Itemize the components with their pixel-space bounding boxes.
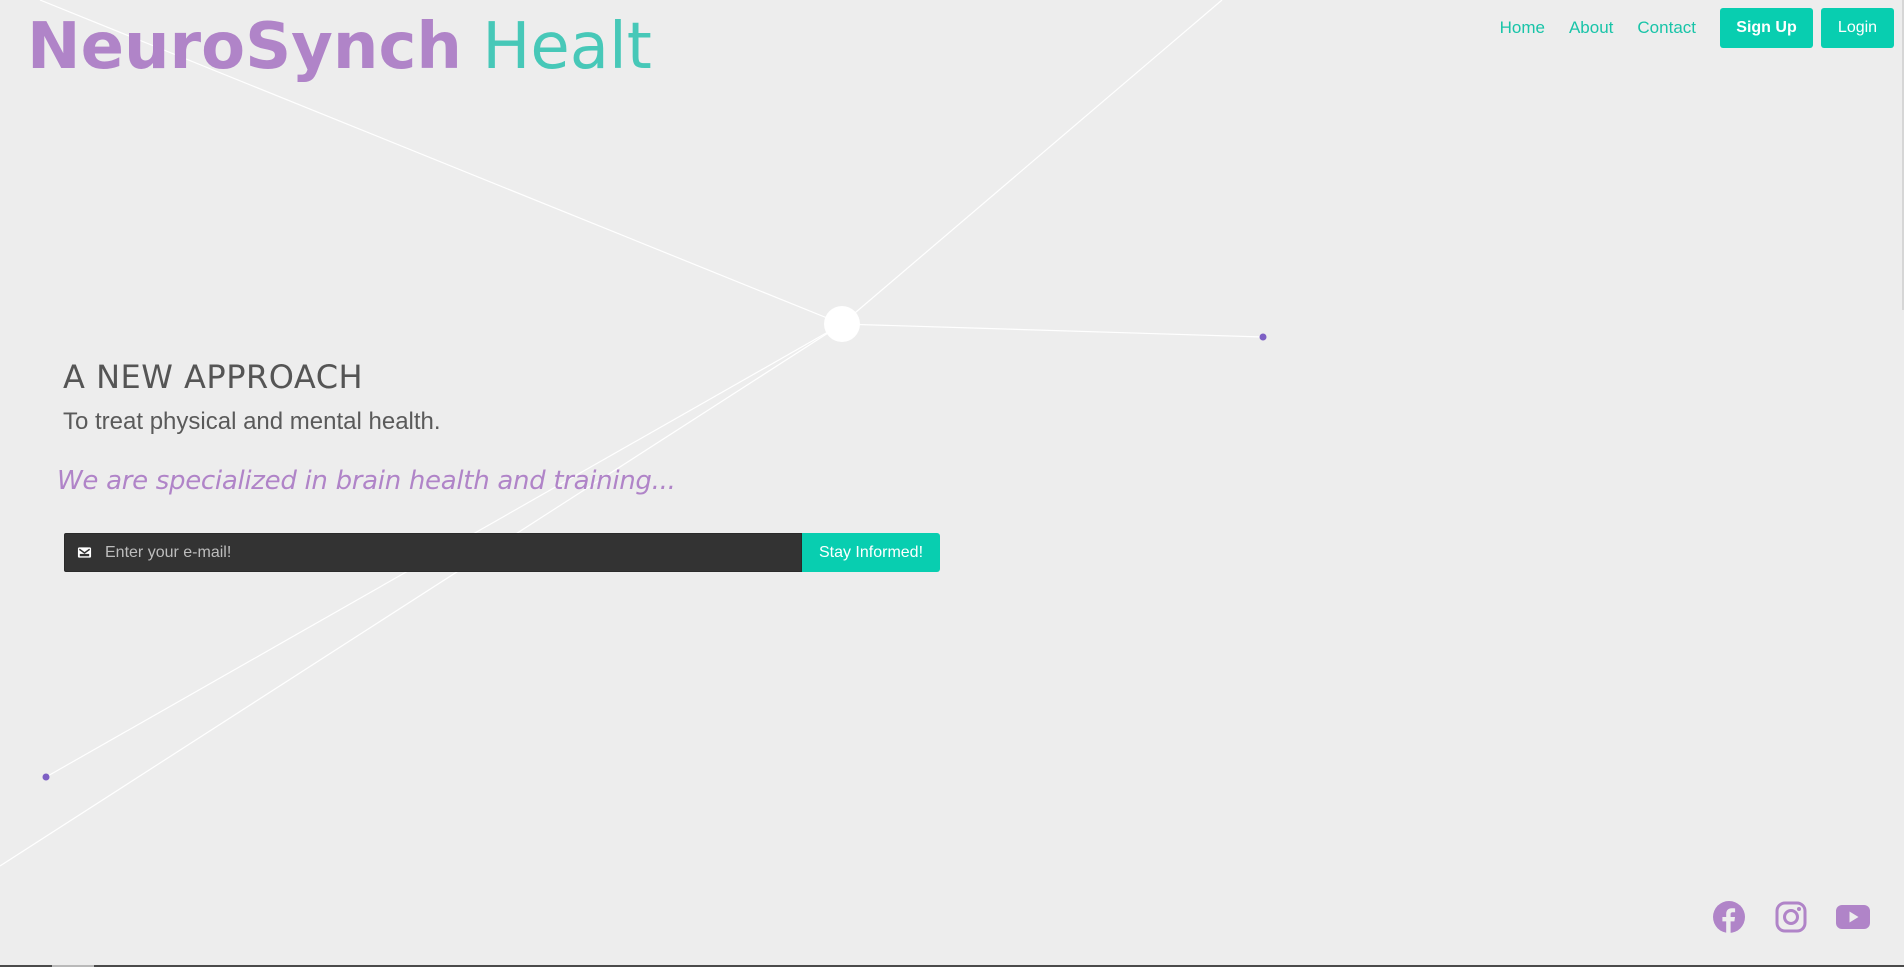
logo-primary-text: NeuroSynch — [27, 10, 462, 84]
facebook-icon[interactable] — [1712, 900, 1746, 934]
site-logo[interactable]: NeuroSynch Healt — [27, 4, 652, 90]
email-input[interactable] — [105, 534, 795, 571]
nav-link-contact[interactable]: Contact — [1637, 18, 1696, 38]
top-navigation: Home About Contact Sign Up Login — [1500, 8, 1894, 48]
newsletter-form: Stay Informed! — [64, 533, 940, 572]
nav-link-about[interactable]: About — [1569, 18, 1613, 38]
nav-link-home[interactable]: Home — [1500, 18, 1545, 38]
network-node-large — [824, 306, 860, 342]
youtube-icon[interactable] — [1836, 900, 1870, 934]
hero-tagline: We are specialized in brain health and t… — [57, 466, 676, 496]
viewport: NeuroSynch Healt Home About Contact Sign… — [0, 0, 1904, 965]
network-node-dot — [42, 773, 50, 781]
social-links — [1684, 900, 1870, 934]
logo-secondary-text: Healt — [482, 10, 652, 84]
email-field-wrapper — [64, 533, 802, 572]
stay-informed-button[interactable]: Stay Informed! — [802, 533, 940, 572]
network-node-dot — [1259, 333, 1267, 341]
page: NeuroSynch Healt Home About Contact Sign… — [0, 0, 1904, 967]
sign-up-button[interactable]: Sign Up — [1720, 8, 1813, 48]
hero-heading: A NEW APPROACH — [63, 358, 364, 396]
hero-subheading: To treat physical and mental health. — [63, 408, 441, 435]
login-button[interactable]: Login — [1821, 8, 1894, 48]
envelope-icon — [77, 547, 92, 558]
instagram-icon[interactable] — [1774, 900, 1808, 934]
